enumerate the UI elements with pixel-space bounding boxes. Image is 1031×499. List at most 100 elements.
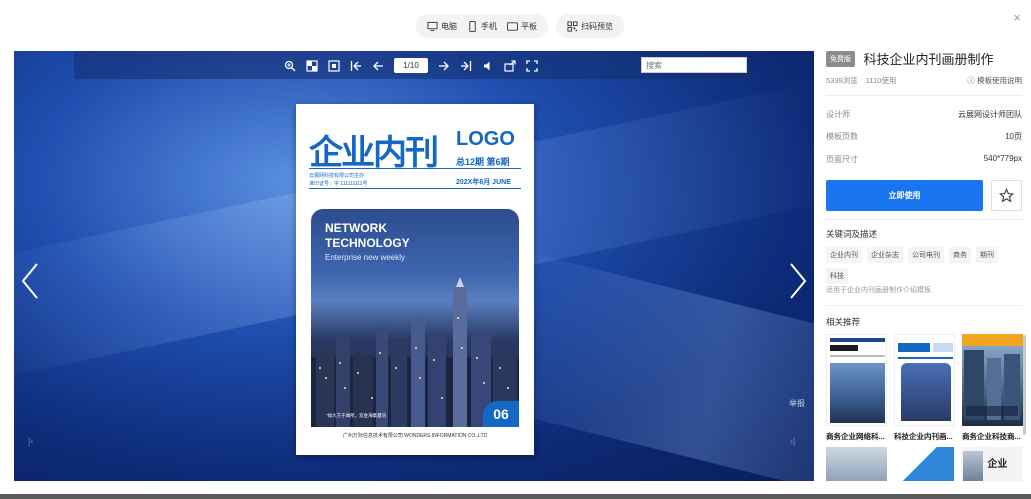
divider [826,95,1022,96]
meta-page-size: 页面尺寸 540*779px [826,154,1022,165]
device-desktop-label: 电脑 [441,21,457,31]
first-page-icon[interactable] [350,60,362,72]
related-thumbnail [826,334,887,426]
use-now-button[interactable]: 立即使用 [826,180,983,211]
meta-designer: 设计师 云展网设计师团队 [826,109,1022,120]
phone-icon [469,20,476,32]
meta-key: 模板页数 [826,132,858,141]
tag[interactable]: 科技 [826,268,848,284]
magazine-cover: 企业内刊 LOGO 总12期 第6期 云展网科技有限公司主办 准印证号：字 11… [296,104,534,455]
related-thumbnail[interactable] [893,447,955,481]
related-template-label: 商务企业网络科... [826,432,885,441]
related-thumbnail-text: 企业 [987,459,1008,470]
related-thumbnail [962,334,1023,426]
magazine-headline-sub: Enterprise new weekly [325,253,406,262]
chevron-left-icon[interactable] [20,261,40,301]
fit-page-icon[interactable] [328,59,340,72]
template-title: 科技企业内刊画册制作 [863,52,994,67]
tag[interactable]: 企业杂志 [867,247,903,263]
related-template-card[interactable]: 商务企业网络科... [826,334,887,442]
next-page-icon[interactable] [438,60,450,72]
magazine-title: 企业内刊 [309,133,439,173]
related-templates-row2: 企业 [826,447,1023,481]
scan-preview-button[interactable]: 扫码预览 [562,14,618,38]
magazine-rule [309,168,521,169]
flipbook-preview: 1/10 |‹ ›| 举报 企业内刊 LOGO 总12期 第6期 云展网科技有限… [14,51,814,481]
template-stats: 5339浏览 1110使用 ⓘ 模板使用说明 [826,75,1022,86]
related-template-card[interactable]: 科技企业内刊画... [894,334,955,442]
scan-preview-group: 扫码预览 [556,14,624,38]
template-header: 免费版 科技企业内刊画册制作 [826,49,1022,68]
magazine-date: 202X年6月 JUNE [456,179,511,186]
previous-page-icon[interactable] [372,60,384,72]
magazine-permit: 准印证号：字 111111111号 [309,181,368,187]
thumbnails-icon[interactable] [306,59,318,72]
meta-value: 540*779px [983,154,1022,163]
share-icon[interactable] [504,59,516,72]
magazine-photo-caption: "如大方于闻所。双金海集量讯 [326,413,387,418]
viewer-search-input[interactable] [641,57,747,73]
magazine-publisher: 云展网科技有限公司主办 [309,173,365,179]
viewer-toolbar-icons: 1/10 [284,58,538,73]
viewer-toolbar: 1/10 [74,51,754,79]
star-icon [999,188,1014,203]
related-templates: 商务企业网络科... 科技企业内刊画... 商务企业科技商... [826,334,1023,442]
meta-key: 设计师 [826,110,850,119]
report-link[interactable]: 举报 [789,398,805,409]
template-preview-modal: 电脑 手机 平板 扫码预览 × 1/10 搜索 |‹ ›| 举报 企业内刊 LO… [0,0,1031,496]
related-template-label: 科技企业内刊画... [894,432,953,441]
magazine-headline: NETWORK TECHNOLOGY [325,221,410,251]
divider [826,219,1022,220]
related-thumbnail[interactable]: 企业 [961,447,1023,481]
related-thumbnail[interactable] [826,447,887,481]
sound-icon[interactable] [482,60,494,72]
first-page-faint-icon[interactable]: |‹ [28,436,33,446]
magazine-footer: 广州万际信息技术有限公司 WONDERS INFORMATION CO.,LTD [342,433,488,439]
chevron-right-icon[interactable] [788,261,808,301]
fullscreen-icon[interactable] [526,59,538,72]
views-count: 5339浏览 [826,76,858,85]
favorite-button[interactable] [991,180,1022,211]
meta-page-count: 模板页数 10页 [826,131,1022,142]
tag[interactable]: 企业内刊 [826,247,862,263]
magazine-city-photo: NETWORK TECHNOLOGY Enterprise new weekly… [311,209,519,427]
template-description: 适用于企业内刊画册制作介绍模板 [826,287,931,294]
device-toggle-group: 电脑 手机 平板 [416,14,548,38]
device-phone-label: 手机 [481,21,497,31]
close-icon[interactable]: × [1013,10,1021,25]
scan-preview-label: 扫码预览 [581,21,613,31]
desktop-icon [427,21,438,31]
device-tablet-button[interactable]: 平板 [502,14,542,38]
magazine-issue-number: 06 [483,401,519,427]
help-link-label: 模板使用说明 [977,76,1022,85]
meta-key: 页面尺寸 [826,155,858,164]
tablet-icon [507,21,518,31]
zoom-in-icon[interactable] [284,60,296,72]
uses-count: 1110使用 [865,76,897,85]
tag[interactable]: 商务 [949,247,971,263]
meta-value: 10页 [1005,132,1022,141]
keywords-title: 关键词及描述 [826,229,878,239]
keyword-tags: 企业内刊 企业杂志 公司电刊 商务 期刊 科技 [826,247,1022,284]
page-indicator[interactable]: 1/10 [394,58,428,73]
tag[interactable]: 公司电刊 [908,247,944,263]
device-switcher: 电脑 手机 平板 扫码预览 [416,14,624,38]
free-badge: 免费版 [826,50,855,67]
device-desktop-button[interactable]: 电脑 [422,14,462,38]
device-phone-button[interactable]: 手机 [462,14,502,38]
related-template-label: 商务企业科技商... [962,432,1021,441]
magazine-logo: LOGO [456,128,515,150]
last-page-faint-icon[interactable]: ›| [790,436,795,446]
help-link[interactable]: ⓘ 模板使用说明 [967,75,1022,86]
meta-value: 云展网设计师团队 [958,110,1022,119]
magazine-headline-line1: NETWORK [325,221,387,235]
last-page-icon[interactable] [460,60,472,72]
tag[interactable]: 期刊 [976,247,998,263]
divider [826,305,1022,306]
related-title: 相关推荐 [826,317,861,327]
magazine-headline-line2: TECHNOLOGY [325,236,410,250]
related-thumbnail [894,334,955,426]
template-info-panel: 免费版 科技企业内刊画册制作 5339浏览 1110使用 ⓘ 模板使用说明 设计… [826,49,1023,481]
panel-scrollbar[interactable] [1023,335,1026,435]
related-template-card[interactable]: 商务企业科技商... [962,334,1023,442]
